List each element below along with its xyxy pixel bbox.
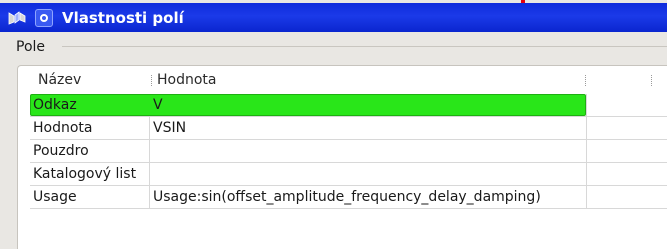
column-resize-handle[interactable] — [651, 75, 653, 86]
column-header-value[interactable]: Hodnota — [157, 66, 217, 94]
field-value-cell[interactable]: Usage:sin(offset_amplitude_frequency_del… — [153, 186, 585, 208]
table-row[interactable]: Katalogový list — [30, 163, 667, 186]
field-name-cell[interactable]: Katalogový list — [33, 163, 148, 185]
column-header-name[interactable]: Název — [38, 66, 81, 94]
window-menu-icon — [40, 14, 48, 22]
group-label: Pole — [16, 39, 46, 55]
group-divider — [62, 46, 667, 47]
field-value-cell[interactable]: V — [153, 94, 585, 116]
table-row[interactable]: Usage Usage:sin(offset_amplitude_frequen… — [30, 186, 667, 209]
field-name-cell[interactable]: Usage — [33, 186, 148, 208]
field-name-cell[interactable]: Hodnota — [33, 117, 148, 139]
table-row[interactable]: Hodnota VSIN — [30, 117, 667, 140]
title-bar[interactable]: Vlastnosti polí — [0, 3, 667, 32]
field-name-cell[interactable]: Odkaz — [33, 94, 148, 116]
column-resize-handle[interactable] — [151, 75, 153, 86]
field-name-cell[interactable]: Pouzdro — [33, 140, 148, 162]
table-row[interactable]: Pouzdro — [30, 140, 667, 163]
dialog-body: Pole Název Hodnota Odkaz V Hodnota VSIN … — [0, 32, 667, 249]
window-title: Vlastnosti polí — [62, 9, 184, 27]
window-menu-button[interactable] — [35, 9, 53, 27]
table-row[interactable]: Odkaz V — [30, 94, 667, 117]
field-value-cell[interactable]: VSIN — [153, 117, 585, 139]
fields-table-panel: Název Hodnota Odkaz V Hodnota VSIN Pouzd… — [17, 65, 667, 249]
app-icon — [8, 11, 26, 25]
table-header: Název Hodnota — [18, 66, 667, 94]
column-resize-handle[interactable] — [585, 75, 587, 86]
field-value-cell[interactable] — [153, 163, 585, 185]
field-value-cell[interactable] — [153, 140, 585, 162]
